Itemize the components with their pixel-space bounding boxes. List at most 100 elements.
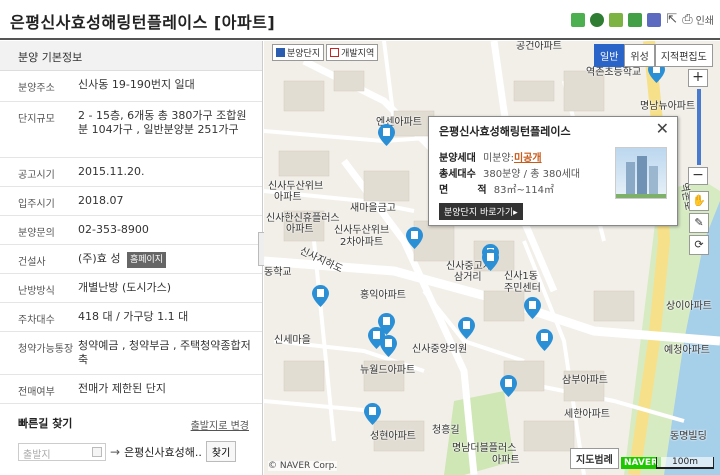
filter-label: 분양단지: [287, 49, 321, 59]
popup-value: 83㎡~114㎡: [493, 185, 554, 196]
map-pin[interactable]: [458, 317, 475, 339]
popup-label-2: 적: [477, 185, 487, 196]
info-label: 분양문의: [18, 228, 55, 239]
go-to-complex-button[interactable]: 분양단지 바로가기▸: [439, 203, 523, 220]
info-label: 공고시기: [18, 170, 55, 181]
popup-label: 분양세대: [439, 153, 476, 164]
popup-row-supply: 분양세대 미분양:미공개: [439, 149, 542, 164]
map-view-toggle: 일반 위성 지적편집도: [594, 44, 713, 67]
view-cadastral-button[interactable]: 지적편집도: [654, 44, 713, 67]
map-pin[interactable]: [406, 227, 423, 249]
quick-find-row: 출발지 → 은평신사효성해.. 찾기: [18, 441, 245, 462]
popup-label: 면: [439, 185, 449, 196]
complex-thumbnail[interactable]: [615, 147, 667, 199]
map-pin[interactable]: [536, 329, 553, 351]
flag-icon[interactable]: [647, 12, 662, 27]
info-value: 418 대 / 가구당 1.1 대: [78, 310, 189, 323]
info-row: 입주시기 2018.07: [0, 187, 262, 216]
info-value: 02-353-8900: [78, 223, 149, 236]
bookmark-icon[interactable]: [609, 12, 624, 27]
cafe-icon[interactable]: [590, 12, 605, 27]
view-satellite-button[interactable]: 위성: [624, 44, 655, 67]
info-row: 청약가능통장 청약예금 , 청약부금 , 주택청약종합저축: [0, 332, 262, 375]
zoom-slider[interactable]: [697, 89, 701, 165]
info-label: 건설사: [18, 257, 46, 268]
info-label: 단지규모: [18, 114, 55, 125]
map-pin[interactable]: [380, 335, 397, 357]
popup-row-area: 면 적 83㎡~114㎡: [439, 181, 554, 196]
unsold-link[interactable]: 미공개: [514, 153, 542, 164]
title-bar: 은평신사효성해링턴플레이스 [아파트] ⇱ ⎙ 인쇄: [0, 0, 720, 40]
info-row: 난방방식 개별난방 (도시가스): [0, 274, 262, 303]
find-route-button[interactable]: 찾기: [205, 441, 237, 462]
print-label[interactable]: 인쇄: [696, 12, 714, 27]
map-label: 삼거리: [454, 272, 482, 283]
homepage-button[interactable]: 홈페이지: [126, 252, 167, 268]
change-to-origin-link[interactable]: 출발지로 변경: [191, 417, 249, 432]
view-normal-button[interactable]: 일반: [594, 44, 625, 67]
map-pin[interactable]: [378, 124, 395, 146]
checkbox-sale-complex[interactable]: [276, 48, 285, 57]
map-label: 공건아파트: [516, 41, 562, 52]
map-label: 상이아파트: [666, 301, 712, 312]
map-pin[interactable]: [312, 285, 329, 307]
info-row: 단지규모 2 - 15층, 6개동 총 380가구 조합원분 104가구 , 일…: [0, 102, 262, 158]
map-label: 명남뉴아파트: [640, 101, 696, 112]
map-label: 동명빌딩: [670, 431, 707, 442]
map-legend-button[interactable]: 지도범례: [570, 448, 619, 469]
map-filter-bar: 분양단지 개발지역: [272, 44, 379, 61]
star-icon[interactable]: [628, 12, 643, 27]
map-label: 새마을금고: [350, 203, 396, 214]
info-value: 전매가 제한된 단지: [78, 382, 166, 395]
zoom-in-button[interactable]: +: [688, 69, 708, 87]
info-value: 신사동 19-190번지 일대: [78, 78, 195, 91]
rotate-icon[interactable]: ⟳: [689, 235, 709, 255]
info-value: 청약예금 , 청약부금 , 주택청약종합저축: [78, 339, 251, 366]
info-row: 공고시기 2015.11.20.: [0, 158, 262, 187]
popup-title: 은평신사효성해링턴플레이스: [439, 125, 571, 138]
origin-placeholder: 출발지: [23, 449, 51, 461]
print-icon[interactable]: ⎙: [682, 12, 692, 27]
checkbox-development-area[interactable]: [330, 48, 340, 57]
map-pin[interactable]: [482, 249, 499, 271]
zoom-out-button[interactable]: −: [688, 167, 708, 185]
map-label: 성현아파트: [370, 431, 416, 442]
map-view[interactable]: 공건아파트 역촌초등학교 명남뉴아파트 엔센아파트 신사두산위브 아파트 새마을…: [264, 41, 720, 475]
map-pin[interactable]: [364, 403, 381, 425]
map-label: 뉴월드아파트: [360, 365, 416, 376]
map-label: 동학교: [264, 267, 292, 278]
zoom-control: + −: [688, 69, 710, 189]
info-value: (주)효 성 홈페이지: [78, 245, 256, 273]
origin-select-icon[interactable]: [92, 446, 102, 457]
filter-label: 개발지역: [341, 49, 375, 59]
map-pin[interactable]: [524, 297, 541, 319]
filter-sale-complex[interactable]: 분양단지: [272, 44, 325, 61]
map-label: 예청아파트: [664, 345, 710, 356]
popup-value: 380분양 / 총 380세대: [483, 169, 581, 180]
filter-development-area[interactable]: 개발지역: [326, 44, 379, 61]
share-icon[interactable]: ⇱: [666, 12, 677, 27]
info-value: 개별난방 (도시가스): [78, 281, 172, 294]
info-label: 입주시기: [18, 199, 55, 210]
info-label: 난방방식: [18, 286, 55, 297]
map-label: 신사한신휴플러스: [266, 213, 340, 224]
close-icon[interactable]: ✕: [656, 119, 669, 138]
map-scale-bar: 100m: [656, 457, 714, 469]
info-value: 2018.07: [78, 194, 124, 207]
origin-input[interactable]: 출발지: [18, 442, 106, 461]
map-label: 세한아파트: [564, 409, 610, 420]
map-label: 명남더블플러스: [452, 443, 517, 454]
panel-heading: 분양 기본정보: [0, 41, 262, 71]
pan-hand-icon[interactable]: ✋: [689, 191, 709, 211]
popup-row-total: 총세대수 380분양 / 총 380세대: [439, 165, 580, 180]
measure-ruler-icon[interactable]: ✎: [689, 213, 709, 233]
map-pin[interactable]: [500, 375, 517, 397]
info-row: 분양주소 신사동 19-190번지 일대: [0, 71, 262, 102]
map-label: 역촌초등학교: [586, 67, 642, 78]
info-panel: 분양 기본정보 분양주소 신사동 19-190번지 일대 단지규모 2 - 15…: [0, 41, 263, 475]
blog-icon[interactable]: [571, 12, 586, 27]
quick-route-finder: 빠른길 찾기 출발지로 변경 출발지 → 은평신사효성해.. 찾기: [0, 403, 263, 474]
naver-logo[interactable]: NAVER: [621, 457, 661, 469]
map-label: 홍익아파트: [360, 290, 406, 301]
info-label: 주차대수: [18, 315, 55, 326]
